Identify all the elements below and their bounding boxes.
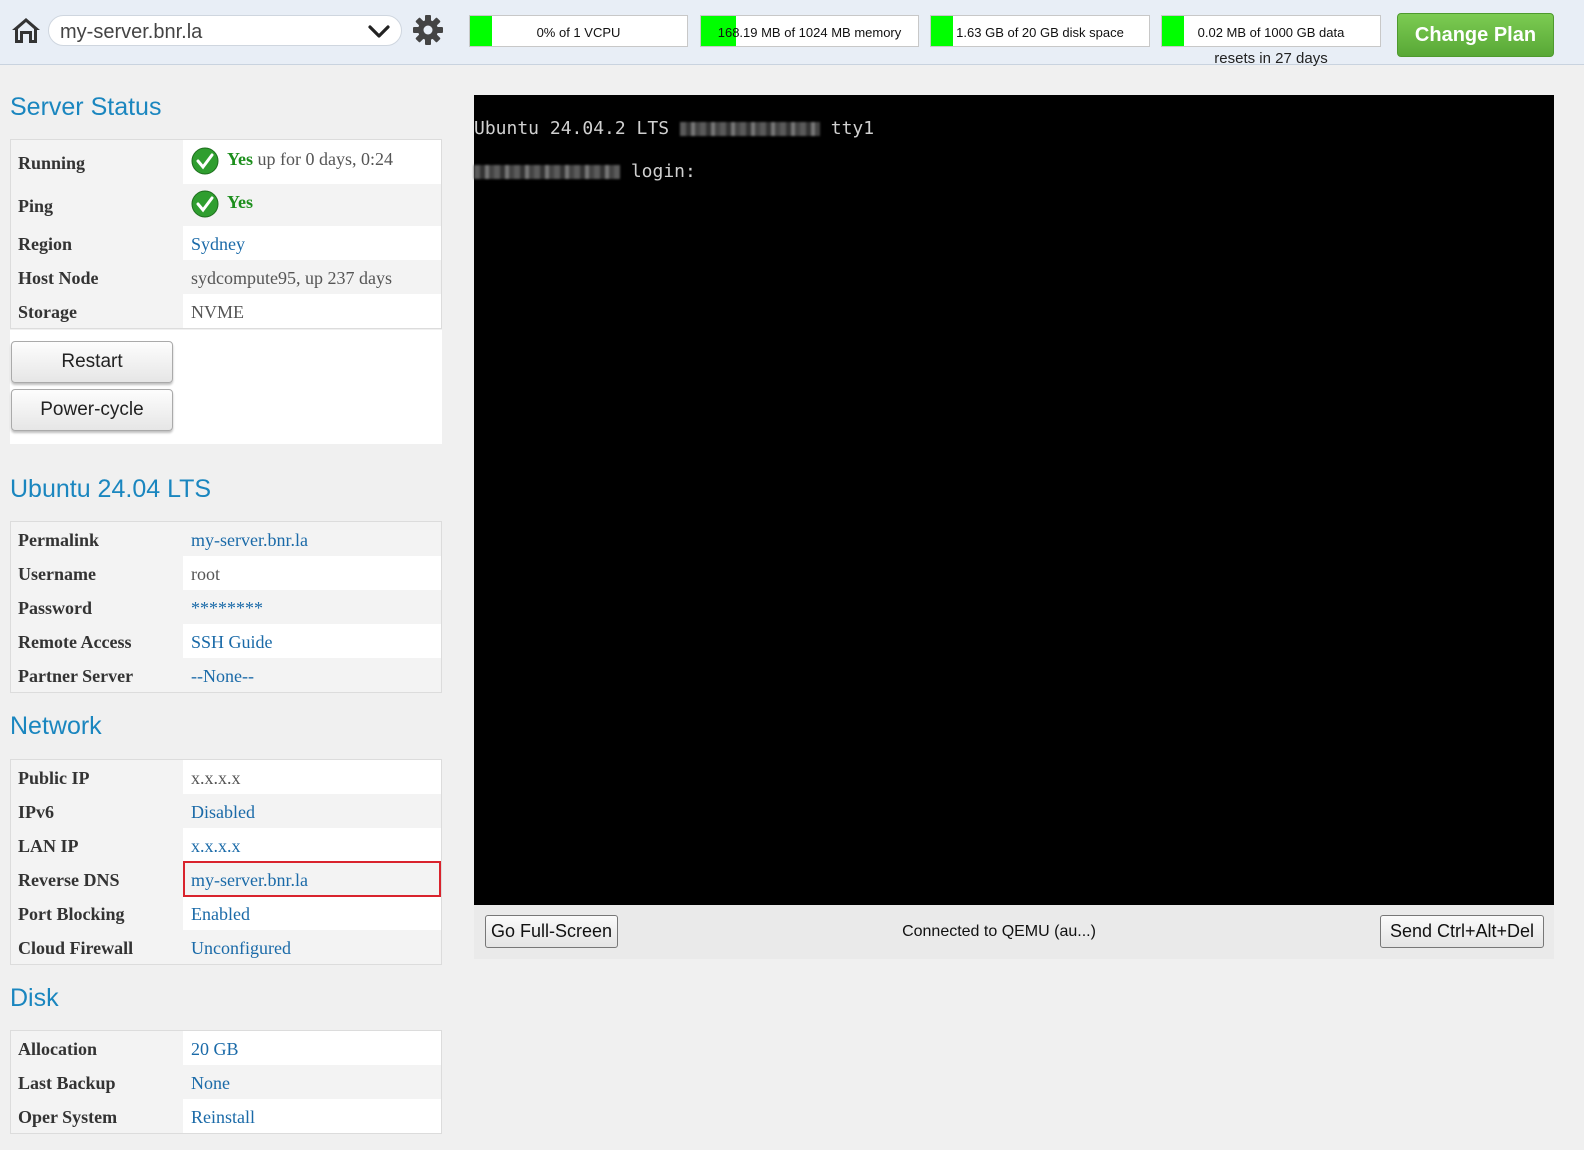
running-yes: Yes	[227, 149, 253, 170]
oper-system-row: Oper System Reinstall	[11, 1099, 441, 1133]
data-meter-label: 0.02 MB of 1000 GB data	[1197, 25, 1345, 40]
permalink-row: Permalink my-server.bnr.la	[11, 522, 441, 556]
console-toolbar: Go Full-Screen Connected to QEMU (au...)…	[474, 905, 1554, 959]
storage-value: NVME	[191, 302, 244, 322]
check-icon	[191, 190, 219, 218]
remote-access-row: Remote Access SSH Guide	[11, 624, 441, 658]
redacted-hostname	[679, 122, 820, 136]
ssh-guide-link[interactable]: SSH Guide	[191, 632, 273, 653]
port-blocking-key: Port Blocking	[18, 904, 125, 924]
check-icon	[191, 147, 219, 175]
port-blocking-value[interactable]: Enabled	[191, 904, 250, 925]
disk-meter: 1.63 GB of 20 GB disk space	[930, 15, 1150, 47]
allocation-row: Allocation 20 GB	[11, 1031, 441, 1065]
restart-button[interactable]: Restart	[11, 341, 173, 383]
username-value: root	[191, 564, 220, 584]
ipv6-key: IPv6	[18, 802, 54, 822]
go-fullscreen-button[interactable]: Go Full-Screen	[485, 915, 618, 948]
network-title: Network	[10, 712, 102, 740]
redacted-hostname	[474, 165, 620, 179]
ping-row: Ping Yes	[11, 184, 441, 226]
lan-ip-row: LAN IP x.x.x.x	[11, 828, 441, 862]
console-line-2: login:	[474, 161, 696, 182]
region-row: Region Sydney	[11, 226, 441, 260]
os-title: Ubuntu 24.04 LTS	[10, 475, 212, 503]
disk-table: Allocation 20 GB Last Backup None Oper S…	[10, 1030, 442, 1134]
data-meter: 0.02 MB of 1000 GB data	[1161, 15, 1381, 47]
public-ip-row: Public IP x.x.x.x	[11, 760, 441, 794]
server-status-title: Server Status	[10, 93, 162, 121]
remote-access-key: Remote Access	[18, 632, 132, 652]
partner-server-key: Partner Server	[18, 666, 134, 686]
password-value[interactable]: ********	[191, 598, 263, 619]
lan-ip-value[interactable]: x.x.x.x	[191, 836, 241, 857]
home-icon[interactable]	[10, 14, 42, 46]
change-plan-button[interactable]: Change Plan	[1397, 13, 1554, 57]
last-backup-row: Last Backup None	[11, 1065, 441, 1099]
vcpu-meter-label: 0% of 1 VCPU	[536, 25, 621, 40]
memory-meter-label: 168.19 MB of 1024 MB memory	[717, 25, 902, 40]
console-status: Connected to QEMU (au...)	[902, 923, 1096, 940]
disk-title: Disk	[10, 984, 59, 1012]
running-row: Running Yes up for 0 days, 0:24	[11, 140, 441, 184]
ping-yes: Yes	[227, 192, 253, 213]
host-node-value: sydcompute95, up 237 days	[191, 268, 392, 288]
server-actions: Restart Power-cycle	[10, 330, 442, 444]
lan-ip-key: LAN IP	[18, 836, 79, 856]
data-reset-note: resets in 27 days	[1214, 50, 1328, 67]
storage-row: Storage NVME	[11, 294, 441, 328]
running-value: Yes up for 0 days, 0:24	[191, 147, 393, 175]
host-node-row: Host Node sydcompute95, up 237 days	[11, 260, 441, 294]
memory-meter: 168.19 MB of 1024 MB memory	[700, 15, 919, 47]
disk-meter-label: 1.63 GB of 20 GB disk space	[956, 25, 1124, 40]
ping-key: Ping	[18, 196, 54, 216]
console-os-banner: Ubuntu 24.04.2 LTS	[474, 118, 680, 139]
permalink-key: Permalink	[18, 530, 99, 550]
partner-server-value[interactable]: --None--	[191, 666, 254, 687]
vcpu-meter: 0% of 1 VCPU	[469, 15, 688, 47]
ipv6-row: IPv6 Disabled	[11, 794, 441, 828]
storage-key: Storage	[18, 302, 77, 322]
gear-icon[interactable]	[412, 14, 444, 46]
cloud-firewall-row: Cloud Firewall Unconfigured	[11, 930, 441, 964]
partner-server-row: Partner Server --None--	[11, 658, 441, 692]
last-backup-value[interactable]: None	[191, 1073, 230, 1094]
reverse-dns-highlight	[183, 861, 441, 897]
public-ip-value: x.x.x.x	[191, 768, 241, 788]
server-select[interactable]: my-server.bnr.la	[48, 15, 402, 46]
region-key: Region	[18, 234, 72, 254]
top-bar: my-server.bnr.la 0% of 1 VCPU 168.19 MB …	[0, 0, 1584, 67]
ipv6-value[interactable]: Disabled	[191, 802, 255, 823]
console-tty: tty1	[819, 118, 875, 139]
host-node-key: Host Node	[18, 268, 99, 288]
os-table: Permalink my-server.bnr.la Username root…	[10, 521, 442, 693]
chevron-down-icon	[368, 25, 390, 38]
last-backup-key: Last Backup	[18, 1073, 116, 1093]
allocation-key: Allocation	[18, 1039, 97, 1059]
cloud-firewall-value[interactable]: Unconfigured	[191, 938, 291, 959]
allocation-value[interactable]: 20 GB	[191, 1039, 239, 1060]
reinstall-link[interactable]: Reinstall	[191, 1107, 255, 1128]
vnc-console[interactable]: Ubuntu 24.04.2 LTS tty1 login:	[474, 95, 1554, 905]
ping-value: Yes	[191, 190, 253, 218]
region-value[interactable]: Sydney	[191, 234, 245, 255]
permalink-value[interactable]: my-server.bnr.la	[191, 530, 308, 551]
password-row: Password ********	[11, 590, 441, 624]
server-select-value: my-server.bnr.la	[60, 21, 203, 43]
power-cycle-button[interactable]: Power-cycle	[11, 389, 173, 431]
reverse-dns-key: Reverse DNS	[18, 870, 120, 890]
cloud-firewall-key: Cloud Firewall	[18, 938, 134, 958]
public-ip-key: Public IP	[18, 768, 90, 788]
console-login-prompt: login:	[620, 161, 696, 182]
password-key: Password	[18, 598, 93, 618]
oper-system-key: Oper System	[18, 1107, 118, 1127]
console-line-1: Ubuntu 24.04.2 LTS tty1	[474, 118, 874, 139]
running-uptime: up for 0 days, 0:24	[253, 149, 393, 170]
send-ctrl-alt-del-button[interactable]: Send Ctrl+Alt+Del	[1380, 915, 1544, 948]
username-row: Username root	[11, 556, 441, 590]
username-key: Username	[18, 564, 96, 584]
server-status-table: Running Yes up for 0 days, 0:24 Ping Yes…	[10, 139, 442, 329]
port-blocking-row: Port Blocking Enabled	[11, 896, 441, 930]
running-key: Running	[18, 153, 86, 173]
